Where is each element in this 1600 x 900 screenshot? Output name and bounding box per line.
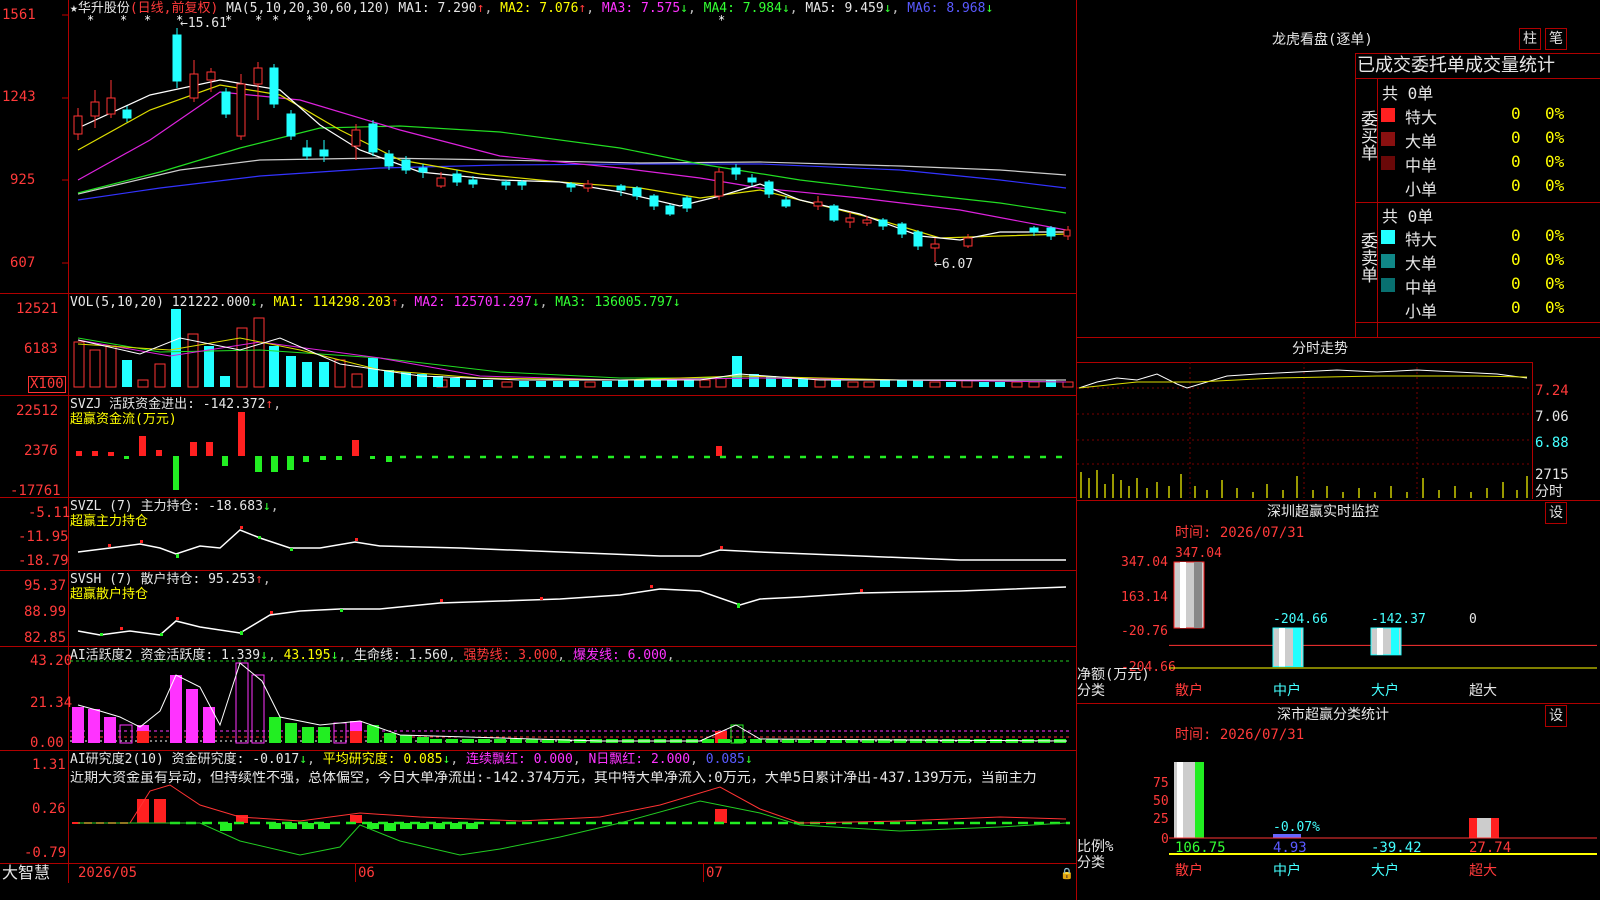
brand-logo: 大智慧 xyxy=(2,863,51,882)
lock-icon[interactable]: 🔒 xyxy=(1060,866,1074,881)
sz-cat-1: 散户 xyxy=(1175,683,1203,699)
intraday-axis-2: 7.06 xyxy=(1535,409,1569,425)
svg-text:*: * xyxy=(144,13,151,27)
sz-val-4: 0 xyxy=(1469,612,1477,627)
sz-monitor-bar xyxy=(1370,627,1402,656)
sz-monitor-bar xyxy=(1173,561,1205,629)
tick-view-button[interactable]: 笔 xyxy=(1545,28,1567,50)
right-panels: 龙虎看盘(逐单) 柱 笔 已成交委托单成交量统计 委买单 委卖单 共 0单 共 … xyxy=(1077,0,1600,900)
svsh-chart[interactable] xyxy=(0,571,1077,646)
sz-class-val-1: 106.75 xyxy=(1175,840,1226,856)
sz-val-3: -142.37 xyxy=(1371,612,1426,627)
buy-row: 特大 0 0% xyxy=(1381,104,1600,128)
sell-side-label: 委卖单 xyxy=(1357,232,1377,283)
sz-class-val-4: 27.74 xyxy=(1469,840,1512,856)
sell-total: 共 0单 xyxy=(1382,207,1434,226)
intraday-axis-1: 7.24 xyxy=(1535,383,1569,399)
svzl-chart[interactable] xyxy=(0,498,1077,570)
svg-text:*: * xyxy=(272,13,279,27)
sz-class-val-3: -39.42 xyxy=(1371,840,1422,856)
sz-class-mid-label: -0.07% xyxy=(1273,820,1320,835)
date-label-3: 07 xyxy=(706,865,723,881)
candlestick-chart[interactable]: * * * * * * * * * xyxy=(0,0,1077,293)
svg-text:*: * xyxy=(718,13,725,27)
buy-side-label: 委买单 xyxy=(1357,110,1377,161)
dragon-title: 龙虎看盘(逐单) xyxy=(1272,32,1373,48)
date-label-1: 2026/05 xyxy=(78,865,138,881)
sz-monitor-settings-button[interactable]: 设 xyxy=(1545,502,1567,524)
svg-text:*: * xyxy=(120,13,127,27)
sz-cat-2: 中户 xyxy=(1273,683,1301,699)
legend-swatch xyxy=(1381,278,1395,292)
legend-swatch xyxy=(1381,156,1395,170)
sz-class-time: 时间: 2026/07/31 xyxy=(1175,727,1305,743)
volume-chart[interactable] xyxy=(0,294,1077,395)
buy-row: 中单 0 0% xyxy=(1381,152,1600,176)
sz-class-val-2: 4.93 xyxy=(1273,840,1307,856)
svg-text:*: * xyxy=(255,13,262,27)
sz-cat-3: 大户 xyxy=(1371,683,1399,699)
sz-monitor-title: 深圳超赢实时监控 xyxy=(1267,504,1379,520)
sz-cat-4: 超大 xyxy=(1469,683,1497,699)
svzj-chart[interactable] xyxy=(0,396,1077,497)
legend-swatch xyxy=(1381,108,1395,122)
sz-class-cat-3: 大户 xyxy=(1371,863,1399,879)
sz-monitor-bar xyxy=(1272,627,1304,668)
svg-text:*: * xyxy=(306,13,313,27)
sz-monitor-chart[interactable] xyxy=(1077,540,1600,700)
svg-text:*: * xyxy=(176,13,183,27)
sz-class-title: 深市超赢分类统计 xyxy=(1277,707,1389,723)
sell-row: 小单 0 0% xyxy=(1405,298,1565,321)
svg-text:*: * xyxy=(225,13,232,27)
svg-text:*: * xyxy=(87,13,94,27)
buy-row: 大单 0 0% xyxy=(1381,128,1600,152)
order-stat-tabs[interactable]: 已成交委托单成交量统计 xyxy=(1357,55,1555,77)
sell-row: 中单 0 0% xyxy=(1381,274,1600,298)
legend-swatch xyxy=(1381,132,1395,146)
sz-class-cat-1: 散户 xyxy=(1175,863,1203,879)
sell-row: 特大 0 0% xyxy=(1381,226,1600,250)
sz-class-chart[interactable] xyxy=(1077,750,1600,900)
intraday-axis-3: 6.88 xyxy=(1535,435,1569,451)
legend-swatch xyxy=(1381,230,1395,244)
ai-research-chart[interactable] xyxy=(0,751,1077,863)
buy-row: 小单 0 0% xyxy=(1405,176,1565,199)
sz-class-settings-button[interactable]: 设 xyxy=(1545,705,1567,727)
main-chart-area[interactable]: ★华升股份(日线,前复权) MA(5,10,20,30,60,120) MA1:… xyxy=(0,0,1077,900)
date-label-2: 06 xyxy=(358,865,375,881)
sz-val-2: -204.66 xyxy=(1273,612,1328,627)
sz-val-1: 347.04 xyxy=(1175,546,1222,561)
ai-activity-chart[interactable] xyxy=(0,647,1077,750)
sz-class-cat-2: 中户 xyxy=(1273,863,1301,879)
sell-row: 大单 0 0% xyxy=(1381,250,1600,274)
legend-swatch xyxy=(1381,254,1395,268)
intraday-vol-unit: 分时 xyxy=(1535,484,1563,500)
sz-class-cat-4: 超大 xyxy=(1469,863,1497,879)
buy-total: 共 0单 xyxy=(1382,84,1434,103)
bar-view-button[interactable]: 柱 xyxy=(1519,28,1541,50)
intraday-title: 分时走势 xyxy=(1292,341,1348,357)
intraday-chart[interactable] xyxy=(1077,362,1532,498)
intraday-vol-axis: 2715 xyxy=(1535,467,1569,483)
sz-monitor-time: 时间: 2026/07/31 xyxy=(1175,525,1305,541)
